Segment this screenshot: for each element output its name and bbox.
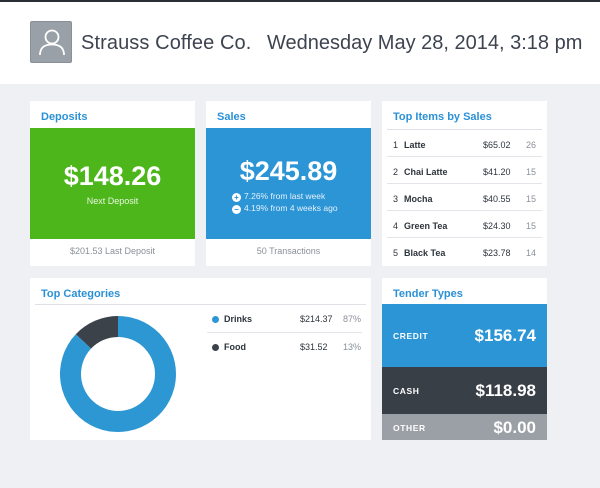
top-categories-title: Top Categories: [41, 288, 121, 300]
category-name: Food: [224, 342, 246, 352]
week-change: +7.26% from last week: [232, 191, 325, 202]
minus-circle-icon: −: [232, 205, 241, 214]
list-item[interactable]: Drinks $214.37 87%: [207, 305, 362, 333]
category-name: Drinks: [224, 314, 253, 324]
table-row[interactable]: 1 Latte $65.02 26: [387, 130, 542, 157]
deposits-highlight: $148.26 Next Deposit: [30, 128, 195, 239]
sales-card[interactable]: Sales $245.89 +7.26% from last week −4.1…: [206, 101, 371, 266]
plus-circle-icon: +: [232, 193, 241, 202]
table-row[interactable]: 4 Green Tea $24.30 15: [387, 211, 542, 238]
tender-amount: $118.98: [475, 381, 536, 400]
tender-types-card[interactable]: Tender Types CREDIT $156.74 CASH $118.98…: [382, 278, 547, 440]
header-bar: Strauss Coffee Co. Wednesday May 28, 201…: [0, 2, 600, 84]
top-items-title: Top Items by Sales: [393, 111, 492, 123]
top-items-card[interactable]: Top Items by Sales 1 Latte $65.02 26 2 C…: [382, 101, 547, 266]
merchant-name: Strauss Coffee Co.: [81, 32, 252, 54]
four-week-change: −4.19% from 4 weeks ago: [232, 203, 338, 214]
sales-amount: $245.89: [239, 156, 338, 186]
user-silhouette-icon: [39, 29, 65, 56]
item-amount: $41.20: [483, 167, 511, 177]
item-name: Green Tea: [404, 221, 448, 231]
item-name: Latte: [404, 140, 426, 150]
item-amount: $65.02: [483, 140, 511, 150]
top-categories-card[interactable]: Top Categories Drinks $214.37 87% Food $…: [30, 278, 371, 440]
tender-label: OTHER: [393, 423, 426, 433]
category-amount: $31.52: [300, 342, 328, 352]
week-change-text: 7.26% from last week: [244, 191, 326, 201]
sales-highlight: $245.89 +7.26% from last week −4.19% fro…: [206, 128, 371, 239]
category-percent: 87%: [343, 314, 362, 324]
categories-donut-chart: [59, 316, 177, 432]
deposits-card[interactable]: Deposits $148.26 Next Deposit $201.53 La…: [30, 101, 195, 266]
deposits-title: Deposits: [41, 111, 88, 123]
table-row[interactable]: 3 Mocha $40.55 15: [387, 184, 542, 211]
food-swatch: [212, 344, 219, 351]
item-amount: $23.78: [483, 248, 511, 258]
current-datetime: Wednesday May 28, 2014, 3:18 pm: [267, 32, 583, 54]
last-deposit: $201.53 Last Deposit: [69, 246, 156, 256]
item-rank: 2: [393, 167, 399, 177]
item-name: Black Tea: [404, 248, 446, 258]
item-rank: 4: [393, 221, 399, 231]
tender-label: CREDIT: [393, 331, 429, 341]
table-row[interactable]: 2 Chai Latte $41.20 15: [387, 157, 542, 184]
item-rank: 3: [393, 194, 399, 204]
category-percent: 13%: [343, 342, 362, 352]
item-count: 15: [526, 194, 537, 204]
item-count: 15: [526, 221, 537, 231]
item-name: Chai Latte: [404, 167, 448, 177]
tender-amount: $0.00: [493, 418, 536, 437]
tender-row-cash[interactable]: CASH $118.98: [382, 367, 547, 414]
category-amount: $214.37: [300, 314, 333, 324]
tender-row-credit[interactable]: CREDIT $156.74: [382, 304, 547, 367]
item-rank: 5: [393, 248, 399, 258]
tender-types-title: Tender Types: [393, 288, 463, 300]
item-count: 14: [526, 248, 537, 258]
tender-amount: $156.74: [474, 326, 536, 345]
item-count: 15: [526, 167, 537, 177]
tender-row-other[interactable]: OTHER $0.00: [382, 414, 547, 440]
list-item[interactable]: Food $31.52 13%: [207, 333, 362, 361]
item-name: Mocha: [404, 194, 433, 204]
drinks-swatch: [212, 316, 219, 323]
four-week-change-text: 4.19% from 4 weeks ago: [244, 203, 338, 213]
tender-label: CASH: [393, 386, 420, 396]
next-deposit-label: Next Deposit: [86, 196, 139, 206]
next-deposit-amount: $148.26: [63, 161, 162, 191]
item-count: 26: [526, 140, 537, 150]
sales-title: Sales: [217, 111, 246, 123]
item-amount: $24.30: [483, 221, 511, 231]
table-row[interactable]: 5 Black Tea $23.78 14: [387, 238, 542, 265]
item-amount: $40.55: [483, 194, 511, 204]
transaction-count: 50 Transactions: [256, 246, 321, 256]
avatar[interactable]: [30, 21, 72, 63]
item-rank: 1: [393, 140, 399, 150]
